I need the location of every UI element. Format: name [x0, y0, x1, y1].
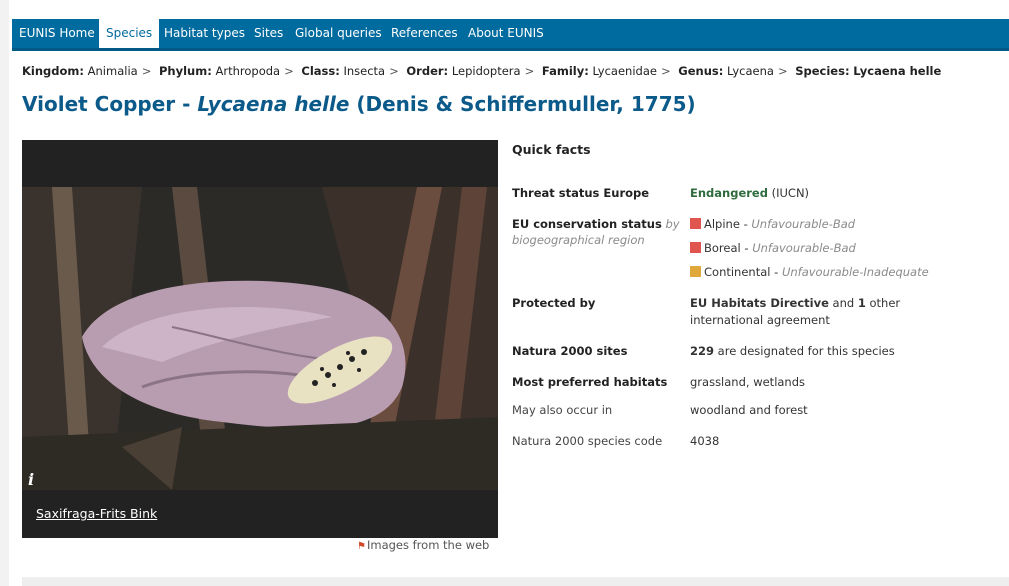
status-swatch	[690, 242, 701, 253]
breadcrumb-separator: >	[777, 64, 788, 78]
preferred-habitats-label: Most preferred habitats	[512, 375, 668, 389]
title-dash: -	[175, 92, 198, 116]
habitats-directive-link[interactable]: EU Habitats Directive	[690, 296, 829, 310]
region-separator: -	[739, 217, 752, 231]
breadcrumb-rank: Family:	[541, 64, 589, 78]
breadcrumb-rank: Species:	[795, 64, 850, 78]
tab-eunis-home[interactable]: EUNIS Home	[12, 19, 102, 48]
region-separator: -	[770, 265, 782, 279]
natura-sites-value: 229 are designated for this species	[690, 343, 970, 360]
breadcrumb-separator: >	[524, 64, 535, 78]
natura-sites-count[interactable]: 229	[690, 344, 714, 358]
breadcrumb-separator: >	[284, 64, 294, 78]
natura-sites-label: Natura 2000 sites	[512, 344, 628, 358]
page-left-margin	[0, 0, 9, 586]
species-code-value: 4038	[690, 434, 720, 448]
main-navigation: EUNIS Home Species Habitat types Sites G…	[12, 19, 1009, 51]
region-status: Unfavourable-Inadequate	[781, 265, 929, 279]
region-name: Alpine	[704, 217, 740, 231]
threat-status-source: (IUCN)	[767, 186, 810, 200]
conservation-status-alpine: Alpine - Unfavourable-Bad	[690, 217, 855, 231]
also-occur-label: May also occur in	[512, 403, 613, 417]
natura-sites-rest: are designated for this species	[714, 344, 895, 358]
breadcrumb-class[interactable]: Insecta	[343, 64, 385, 78]
breadcrumb-separator: >	[389, 64, 399, 78]
authority: (Denis & Schiffermuller, 1775)	[349, 92, 696, 116]
photo-credit-link[interactable]: Saxifraga-Frits Bink	[36, 506, 157, 521]
breadcrumb-separator: >	[660, 64, 671, 78]
tab-about-eunis[interactable]: About EUNIS	[461, 19, 551, 48]
threat-status-value: Endangered (IUCN)	[690, 185, 970, 202]
preferred-habitats-value: grassland, wetlands	[690, 375, 806, 389]
images-from-web-link[interactable]: ⚑Images from the web	[357, 538, 489, 552]
also-occur-value: woodland and forest	[690, 403, 808, 417]
scientific-name: Lycaena helle	[197, 92, 350, 116]
species-photo[interactable]	[22, 187, 498, 490]
breadcrumb-family[interactable]: Lycaenidae	[592, 64, 657, 78]
region-separator: -	[740, 241, 753, 255]
protected-by-value: EU Habitats Directive and 1 other intern…	[690, 295, 970, 329]
status-swatch	[690, 266, 701, 277]
breadcrumb: Kingdom: Animalia > Phylum: Arthropoda > C…	[22, 64, 941, 78]
tab-global-queries[interactable]: Global queries	[288, 19, 389, 48]
species-code-label: Natura 2000 species code	[512, 434, 663, 448]
footer-band	[22, 577, 1009, 586]
conservation-status-continental: Continental - Unfavourable-Inadequate	[690, 265, 929, 279]
breadcrumb-rank: Genus:	[678, 64, 724, 78]
conservation-status-label: EU conservation status by biogeographica…	[512, 216, 682, 248]
region-name: Continental	[704, 265, 771, 279]
region-name: Boreal	[704, 241, 741, 255]
caterpillar-photo-illustration	[22, 187, 498, 490]
breadcrumb-rank: Phylum:	[159, 64, 212, 78]
top-gap	[9, 0, 1009, 18]
other-agreements-count[interactable]: 1	[858, 296, 866, 310]
breadcrumb-separator: >	[141, 64, 152, 78]
region-status: Unfavourable-Bad	[751, 217, 856, 231]
species-photo-frame: i Saxifraga-Frits Bink	[22, 140, 498, 538]
external-images-icon: ⚑	[357, 541, 366, 552]
conservation-status-label-text: EU conservation status	[512, 217, 662, 231]
quick-facts-heading: Quick facts	[512, 142, 591, 157]
page-title: Violet Copper - Lycaena helle (Denis & S…	[22, 92, 696, 116]
breadcrumb-phylum[interactable]: Arthropoda	[215, 64, 280, 78]
tab-references[interactable]: References	[384, 19, 465, 48]
protected-and: and	[828, 296, 858, 310]
breadcrumb-rank: Order:	[406, 64, 449, 78]
conservation-status-boreal: Boreal - Unfavourable-Bad	[690, 241, 856, 255]
status-swatch	[690, 218, 701, 229]
breadcrumb-rank: Class:	[301, 64, 340, 78]
threat-status-level: Endangered	[690, 186, 768, 200]
tab-habitat-types[interactable]: Habitat types	[157, 19, 252, 48]
region-status: Unfavourable-Bad	[752, 241, 856, 255]
breadcrumb-kingdom[interactable]: Animalia	[88, 64, 138, 78]
info-icon[interactable]: i	[28, 470, 34, 489]
breadcrumb-genus[interactable]: Lycaena	[727, 64, 774, 78]
images-from-web-label: Images from the web	[366, 538, 490, 552]
common-name: Violet Copper	[22, 92, 176, 116]
threat-status-label: Threat status Europe	[512, 186, 650, 200]
protected-by-label: Protected by	[512, 296, 596, 310]
tab-sites[interactable]: Sites	[247, 19, 290, 48]
breadcrumb-order[interactable]: Lepidoptera	[452, 64, 521, 78]
tab-species[interactable]: Species	[99, 19, 160, 48]
breadcrumb-rank: Kingdom:	[22, 64, 84, 78]
breadcrumb-species: Lycaena helle	[853, 64, 942, 78]
